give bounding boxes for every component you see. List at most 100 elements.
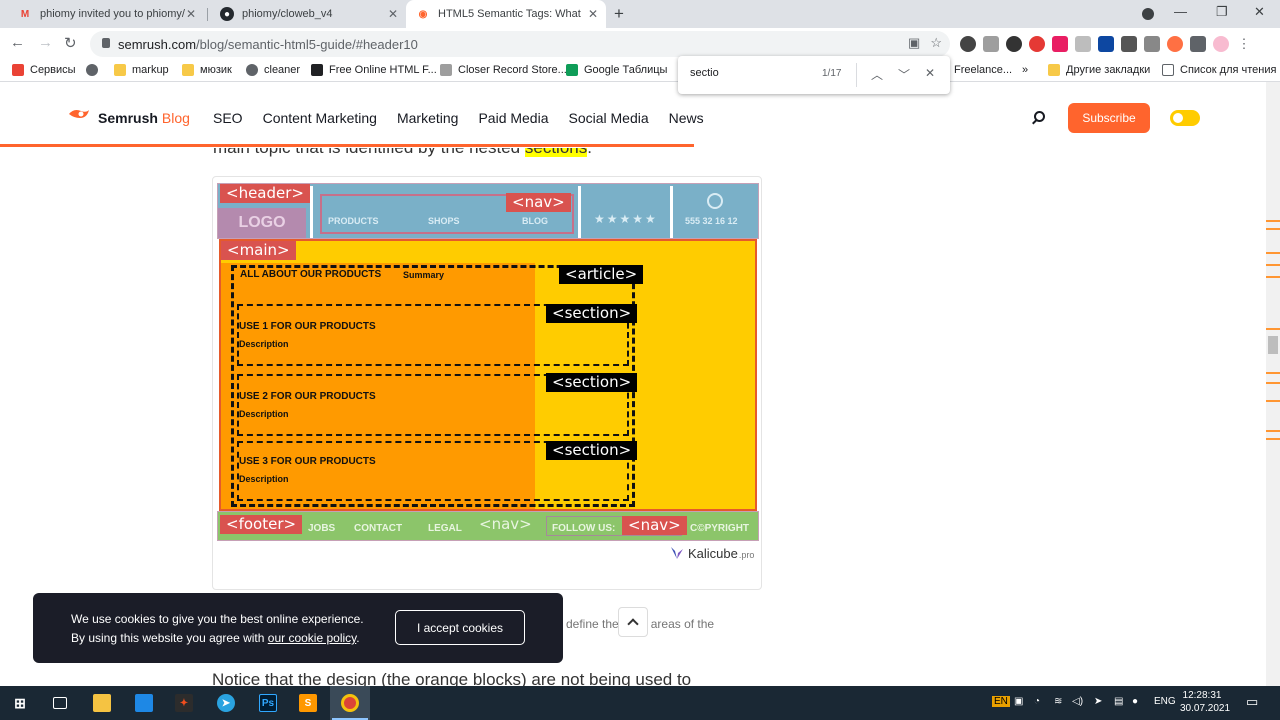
tab-semrush[interactable]: ◉ HTML5 Semantic Tags: What The ✕ [406,0,606,28]
bookmarks-overflow[interactable]: » [1022,64,1028,76]
chevron-up-icon[interactable]: ︿ [871,66,883,83]
notifications-icon[interactable]: ▭ [1246,694,1258,710]
scrollbar-thumb[interactable] [1268,336,1278,354]
back-button[interactable]: ← [10,34,25,51]
extension-badge-icon[interactable] [1029,36,1045,52]
diagram-nav-products: PRODUCTS [328,216,379,226]
photoshop-icon: Ps [259,694,277,712]
bookmark-music[interactable]: мюзик [182,64,232,76]
find-input[interactable]: sectio [690,67,719,79]
scroll-to-top-button[interactable] [618,607,648,637]
semrush-icon: ◉ [418,8,428,20]
bookmark-reading-list[interactable]: Список для чтения [1162,64,1276,76]
extension-icon[interactable] [1006,36,1022,52]
menu-icon[interactable]: ⋮ [1236,36,1252,52]
minimize-button[interactable]: — [1174,4,1187,19]
extension-icon[interactable] [960,36,976,52]
chevron-down-icon[interactable]: ﹀ [898,66,910,83]
address-bar[interactable]: semrush.com/blog/semantic-html5-guide/#h… [90,31,950,57]
nav-item-seo[interactable]: SEO [213,110,243,126]
close-icon[interactable]: ✕ [388,7,398,21]
footer-social-nav-label: <nav> [622,516,687,535]
page-scrollbar[interactable] [1266,82,1280,686]
language-indicator[interactable]: ENG [1154,696,1176,707]
reload-button[interactable]: ↻ [64,34,77,52]
bookmark-closer-record[interactable]: Closer Record Store... [440,64,567,76]
close-icon[interactable]: ✕ [588,7,598,21]
taskbar-figma[interactable]: ✦ [164,686,204,720]
theme-toggle[interactable] [1170,110,1200,126]
bookmark-other[interactable]: Другие закладки [1048,64,1150,76]
folder-icon [114,64,126,76]
extension-icon[interactable] [1167,36,1183,52]
extension-icon[interactable] [1052,36,1068,52]
bookmark-globe[interactable] [86,64,104,76]
subscribe-button[interactable]: Subscribe [1068,103,1150,133]
puzzle-icon[interactable] [1190,36,1206,52]
nav-item-marketing[interactable]: Marketing [397,110,458,126]
cookie-policy-link[interactable]: our cookie policy [268,631,357,645]
bookmark-star-icon[interactable]: ☆ [930,35,942,51]
chevron-up-icon [627,618,639,630]
taskbar-explorer[interactable] [82,686,122,720]
extension-icon[interactable] [1075,36,1091,52]
sheets-icon [566,64,578,76]
url-text[interactable]: semrush.com/blog/semantic-html5-guide/#h… [118,37,418,52]
close-icon[interactable]: ✕ [925,66,935,80]
task-view-button[interactable] [40,686,80,720]
new-tab-button[interactable]: + [614,4,624,24]
taskbar-clock[interactable]: 12:28:31 30.07.2021 [1180,689,1230,715]
tab-github[interactable]: ● phiomy/cloweb_v4 ✕ [210,0,406,28]
profile-icon[interactable] [1142,8,1154,20]
bookmark-html-formatter[interactable]: Free Online HTML F... [311,64,437,76]
bookmark-cleaner[interactable]: cleaner [246,64,300,76]
bookmark-apps[interactable]: Сервисы [12,64,76,76]
taskbar-photoshop[interactable]: Ps [248,686,288,720]
camera-extension-icon[interactable] [983,36,999,52]
site-logo[interactable]: Semrush Blog [98,110,190,126]
diagram-stars: ★★★★★ [594,212,658,226]
forward-button[interactable]: → [38,34,53,51]
wifi-icon[interactable]: ≋ [1054,696,1062,707]
close-icon[interactable]: ✕ [186,7,196,21]
accept-cookies-button[interactable]: I accept cookies [395,610,525,645]
start-button[interactable]: ⊞ [0,686,40,720]
nav-item-social-media[interactable]: Social Media [569,110,649,126]
search-icon[interactable] [1034,111,1045,122]
bookmark-freelance[interactable]: Freelance... [954,64,1012,76]
volume-icon[interactable]: ◁) [1072,696,1083,707]
semrush-logo-icon[interactable] [68,107,90,121]
header-tag-label: <header> [220,184,310,203]
react-devtools-icon[interactable] [1098,36,1114,52]
nav-item-paid-media[interactable]: Paid Media [478,110,548,126]
section-tag-label-1: <section> [546,304,638,323]
nav-item-news[interactable]: News [669,110,704,126]
tray-icon[interactable]: ▣ [1014,696,1023,707]
folder-icon [93,694,111,712]
telegram-tray-icon[interactable]: ➤ [1094,696,1102,707]
tray-icon[interactable]: ● [1132,696,1138,707]
avatar[interactable] [1213,36,1229,52]
tray-icon[interactable]: ▤ [1114,696,1123,707]
find-in-page-icon[interactable]: ▣ [908,35,920,51]
apps-icon [12,64,24,76]
taskbar-telegram[interactable]: ➤ [206,686,246,720]
window-close-button[interactable]: ✕ [1254,4,1265,20]
nav-item-content-marketing[interactable]: Content Marketing [263,110,377,126]
tray-en-badge[interactable]: EN [992,696,1010,707]
bookmark-google-sheets[interactable]: Google Таблицы [566,64,667,76]
tab-title: HTML5 Semantic Tags: What The [438,8,583,20]
maximize-button[interactable]: ❐ [1216,4,1228,20]
tab-gmail[interactable]: M phiomy invited you to phiomy/cl ✕ [8,0,204,28]
extension-icon[interactable] [1144,36,1160,52]
taskbar-sublime[interactable]: S [288,686,328,720]
taskbar-chrome[interactable] [330,686,370,720]
taskbar-vscode[interactable] [124,686,164,720]
find-count: 1/17 [822,68,842,79]
bookmark-markup[interactable]: markup [114,64,169,76]
diagram-section-title-1: USE 1 FOR OUR PRODUCTS [239,321,376,332]
gmail-icon: M [20,8,30,20]
tray-icon[interactable]: ◔ [1034,696,1040,707]
lock-icon [102,38,110,48]
extension-icon[interactable] [1121,36,1137,52]
